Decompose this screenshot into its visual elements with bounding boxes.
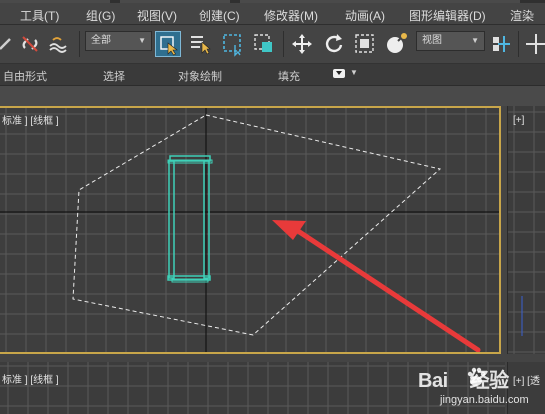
menu-tools[interactable]: 工具(T)	[20, 7, 59, 24]
ribbon-options-icon[interactable]	[333, 69, 345, 78]
title-strip	[0, 0, 545, 3]
main-toolbar: 全部 ▼ 视图 ▼	[0, 25, 545, 64]
window-crossing-icon[interactable]	[251, 31, 277, 57]
selection-filter-dropdown[interactable]: 全部 ▼	[85, 31, 152, 51]
menu-rendering[interactable]: 渲染	[510, 7, 534, 24]
select-and-place-icon[interactable]	[384, 31, 410, 57]
watermark-brand: Bai 经验	[418, 370, 509, 392]
front-viewport[interactable]: 标准 ] [线框 ]	[0, 106, 501, 354]
annotation-arrow	[272, 220, 481, 352]
menu-modifiers[interactable]: 修改器(M)	[264, 7, 318, 24]
selection-filter-value: 全部	[91, 35, 111, 46]
viewport-middle-gap	[0, 354, 545, 362]
menu-bar: 工具(T) 组(G) 视图(V) 创建(C) 修改器(M) 动画(A) 图形编辑…	[0, 0, 545, 25]
watermark-url: jingyan.baidu.com	[440, 394, 529, 406]
select-and-move-icon[interactable]	[289, 31, 315, 57]
watermark: Bai 经验 jingyan.baidu.com	[412, 362, 545, 414]
viewport-label[interactable]: 标准 ] [线框 ]	[2, 112, 59, 127]
snap-toggle-icon[interactable]	[523, 31, 545, 57]
use-pivot-point-center-icon[interactable]	[488, 31, 514, 57]
menu-group[interactable]: 组(G)	[86, 7, 115, 24]
chevron-down-icon[interactable]: ▼	[350, 68, 358, 77]
select-object-icon[interactable]	[155, 31, 181, 57]
tab-object-paint[interactable]: 对象绘制	[178, 68, 222, 84]
tab-selection[interactable]: 选择	[103, 68, 125, 84]
select-by-name-icon[interactable]	[188, 31, 214, 57]
tab-populate[interactable]: 填充	[278, 68, 300, 84]
viewport-canvas	[0, 108, 499, 352]
menu-views[interactable]: 视图(V)	[137, 7, 177, 24]
unlink-icon[interactable]	[17, 31, 43, 57]
menu-create[interactable]: 创建(C)	[199, 7, 240, 24]
menu-graph-editors[interactable]: 图形编辑器(D)	[409, 7, 486, 24]
left-viewport[interactable]: [+]	[507, 106, 545, 354]
viewport-top-gap	[0, 86, 545, 106]
ribbon-tabs: 自由形式 选择 对象绘制 填充 ▼	[0, 64, 545, 86]
paw-logo-icon	[467, 367, 486, 386]
bind-space-warp-icon[interactable]	[45, 31, 71, 57]
tab-freeform[interactable]: 自由形式	[3, 68, 47, 84]
chevron-down-icon: ▼	[138, 36, 146, 45]
dashed-selection-outline	[72, 114, 442, 336]
reference-coordinate-value: 视图	[422, 35, 442, 46]
right-viewport-label[interactable]: [+]	[513, 115, 524, 126]
select-and-scale-icon[interactable]	[352, 31, 378, 57]
right-viewport-canvas	[508, 106, 545, 354]
rectangular-selection-region-icon[interactable]	[220, 31, 246, 57]
reference-coordinate-dropdown[interactable]: 视图 ▼	[416, 31, 485, 51]
bottom-viewport-label[interactable]: 标准 ] [线框 ]	[2, 371, 59, 386]
menu-animation[interactable]: 动画(A)	[345, 7, 385, 24]
chevron-down-icon: ▼	[471, 36, 479, 45]
select-and-rotate-icon[interactable]	[321, 31, 347, 57]
